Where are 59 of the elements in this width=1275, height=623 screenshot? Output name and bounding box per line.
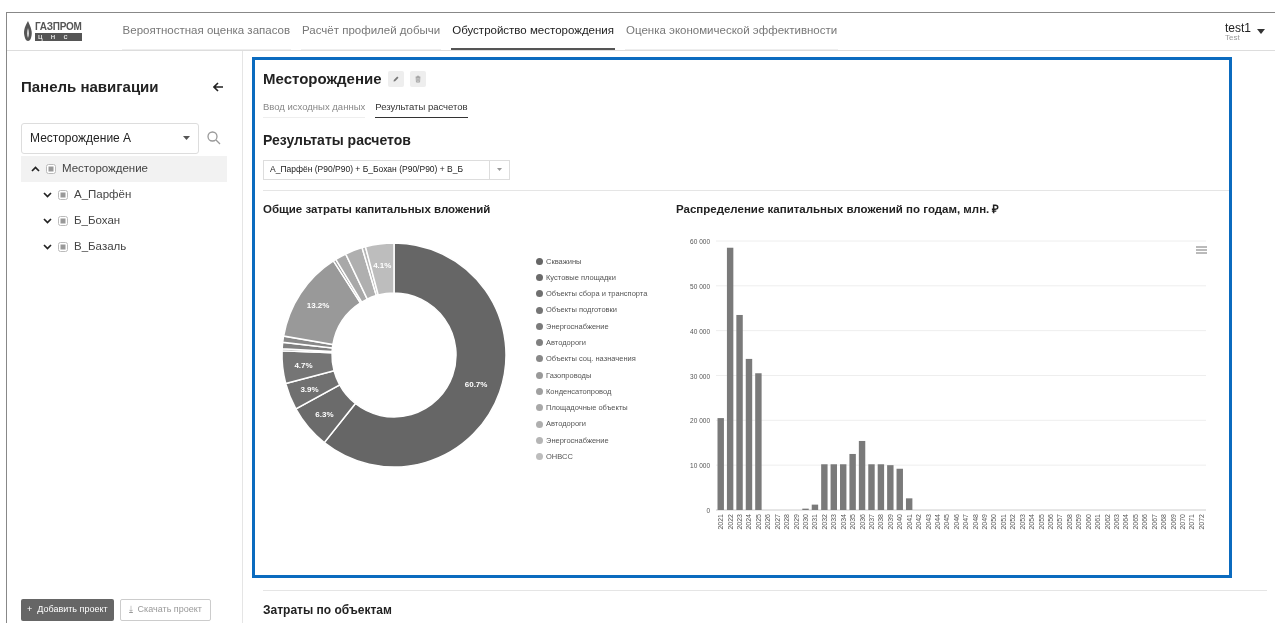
nav-tab[interactable]: Вероятностная оценка запасов <box>121 13 292 50</box>
checkbox-icon[interactable] <box>58 215 68 226</box>
caret-icon <box>497 168 502 172</box>
tree-item[interactable]: В_Базаль <box>21 233 227 260</box>
chart-title: Общие затраты капитальных вложений <box>263 201 492 217</box>
chart-title: Распределение капитальных вложений по годам, млн. ₽ <box>676 201 1001 217</box>
sub-tab[interactable]: Ввод исходных данных <box>263 99 366 118</box>
tree-label: В_Базаль <box>74 238 127 254</box>
bar <box>821 464 828 510</box>
bar <box>877 464 885 510</box>
slice-label: 6.3% <box>315 409 334 419</box>
add-project-button[interactable]: + Добавить проект <box>21 599 114 621</box>
user-role: Test <box>1225 33 1241 42</box>
bar <box>849 453 856 510</box>
collapse-chevron-icon[interactable] <box>31 165 40 172</box>
page-title: Месторождение <box>263 69 382 89</box>
section-title: Затраты по объектам <box>263 602 393 619</box>
scenario-select[interactable]: А_Парфён (P90/P90) + Б_Бохан (P90/P90) + В_Б <box>263 159 510 180</box>
slice-label: 3.9% <box>300 384 319 394</box>
bar <box>811 504 819 510</box>
sub-tab[interactable]: Результаты расчетов <box>375 99 468 118</box>
collapse-arrow-icon[interactable] <box>213 82 224 93</box>
tree-item[interactable]: А_Парфён <box>21 181 227 208</box>
nav-tab[interactable]: Оценка экономической эффективности <box>625 13 839 50</box>
user-name: test1 <box>1225 21 1251 34</box>
panel-title: Панель навигации <box>21 77 159 97</box>
bar <box>868 464 875 510</box>
checkbox-icon[interactable] <box>58 241 68 252</box>
tree-item[interactable]: Б_Бохан <box>21 207 227 234</box>
bar <box>896 468 903 510</box>
search-icon[interactable] <box>207 131 221 145</box>
bar <box>830 464 837 510</box>
company-logo: ГАЗПРОМ ц н с <box>21 19 82 44</box>
expand-chevron-icon[interactable] <box>43 191 52 198</box>
expand-chevron-icon[interactable] <box>43 217 52 224</box>
nav-tab[interactable]: Расчёт профилей добычи <box>301 13 442 50</box>
slice-label: 4.7% <box>294 361 313 370</box>
slice-label: 60.7% <box>464 379 488 389</box>
tree-item[interactable]: Месторождение <box>21 155 227 182</box>
project-select[interactable]: Месторождение А <box>21 122 199 154</box>
tree-label: Месторождение <box>62 160 149 176</box>
trash-icon[interactable] <box>409 71 426 88</box>
bar <box>840 464 847 510</box>
tree-label: Б_Бохан <box>74 212 121 228</box>
slice-label: 4.1% <box>373 260 392 270</box>
checkbox-icon[interactable] <box>58 189 68 200</box>
bar <box>905 498 913 510</box>
edit-icon[interactable] <box>387 71 404 88</box>
tree-label: А_Парфён <box>74 186 132 202</box>
slice-label: 13.2% <box>306 300 330 310</box>
caret-icon[interactable] <box>1257 29 1265 34</box>
menu-icon[interactable] <box>1196 246 1207 254</box>
bar <box>858 440 866 510</box>
bar <box>887 465 894 510</box>
section-title: Результаты расчетов <box>263 130 412 150</box>
checkbox-icon[interactable] <box>46 163 56 174</box>
caret-icon <box>183 136 190 140</box>
nav-tab[interactable]: Обустройство месторождения <box>451 13 615 50</box>
expand-chevron-icon[interactable] <box>43 243 52 250</box>
